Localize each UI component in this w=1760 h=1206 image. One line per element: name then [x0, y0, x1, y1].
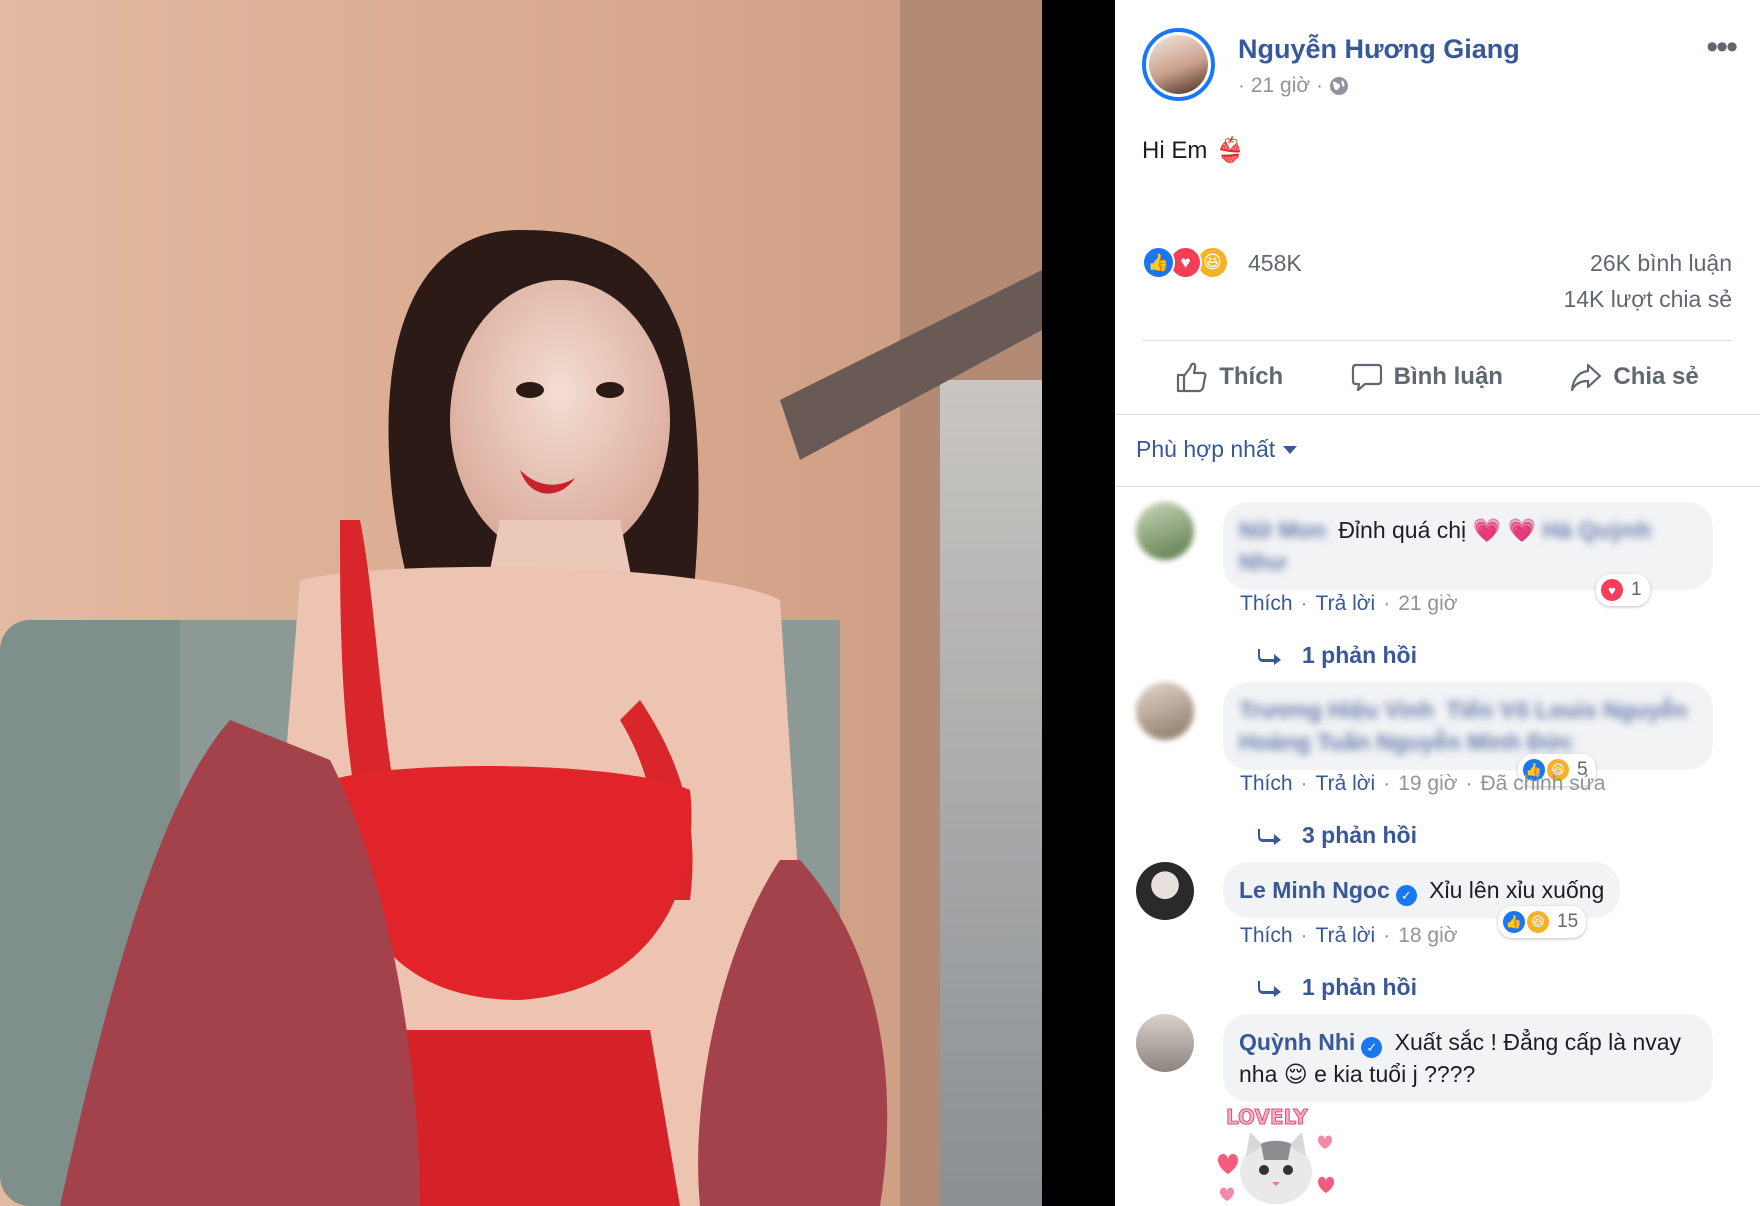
love-reaction-icon: ♥ [1599, 577, 1625, 603]
post-photo[interactable] [0, 0, 1042, 1206]
like-button[interactable]: Thích [1175, 360, 1283, 394]
verified-badge-icon: ✓ [1361, 1037, 1383, 1058]
like-reaction-icon: 👍 [1142, 246, 1175, 279]
sticker-text: LOVELY [1226, 1105, 1308, 1129]
commenter-avatar[interactable] [1136, 862, 1194, 920]
relieved-emoji-icon: 😌 [1283, 1061, 1308, 1087]
post-stats: 👍 ♥ 😆 458K 26K bình luận 14K lượt chia s… [1142, 246, 1732, 326]
post-panel: Nguyễn Hương Giang · 21 giờ · ••• Hi Em … [1115, 0, 1760, 1206]
caption-text: Hi Em [1142, 136, 1208, 164]
comment-bubble: Quỳnh Nhi ✓ Xuất sắc ! Đẳng cấp là nvay n… [1223, 1014, 1713, 1102]
comment-text-end: e kia tuổi j ???? [1314, 1061, 1476, 1087]
separator: · [1300, 592, 1308, 615]
comment-reactions[interactable]: ♥ 1 [1596, 574, 1650, 606]
comment-time[interactable]: 19 giờ [1398, 772, 1457, 796]
author-avatar[interactable] [1142, 28, 1215, 101]
action-bar: Thích Bình luận Chia sẻ [1142, 352, 1732, 402]
verified-badge-icon: ✓ [1395, 885, 1417, 906]
share-button-label: Chia sẻ [1613, 363, 1699, 390]
view-replies-link[interactable]: 3 phản hồi [1258, 822, 1417, 849]
caret-down-icon [1283, 445, 1298, 454]
comment-reply-link[interactable]: Trả lời [1316, 592, 1376, 616]
share-icon [1571, 363, 1602, 392]
comment-like-link[interactable]: Thích [1240, 592, 1293, 616]
comment-reaction-count: 15 [1557, 911, 1579, 932]
more-options-icon[interactable]: ••• [1706, 30, 1738, 64]
divider [1115, 414, 1760, 415]
comment-button[interactable]: Bình luận [1350, 360, 1503, 394]
commenter-name[interactable]: Nữ Mon [1239, 517, 1326, 543]
commenter-avatar[interactable] [1136, 1014, 1194, 1072]
comment-bubble: Trương Hiệu Vinh Tiến Võ Louis Nguyễn Ho… [1223, 682, 1713, 770]
commenter-name[interactable]: Le Minh Ngoc [1239, 877, 1390, 903]
like-reaction-icon: 👍 [1501, 909, 1527, 935]
comment-time[interactable]: 21 giờ [1398, 592, 1457, 616]
globe-icon[interactable] [1329, 76, 1349, 96]
comments-count[interactable]: 26K bình luận [1590, 250, 1732, 277]
post-time[interactable]: · 21 giờ · [1238, 74, 1323, 98]
comment-reactions[interactable]: 👍 😆 15 [1498, 906, 1587, 938]
separator: · [1383, 924, 1391, 947]
commenter-name[interactable]: Trương Hiệu Vinh [1239, 697, 1434, 723]
avatar-image [1149, 35, 1208, 94]
comment-footer: Thích · Trả lời · 19 giờ · Đã chỉnh sửa [1240, 772, 1605, 796]
post-caption: Hi Em 👙 [1142, 136, 1245, 165]
comment-reply-link[interactable]: Trả lời [1316, 924, 1376, 948]
separator: · [1383, 772, 1391, 795]
comment-edited[interactable]: Đã chỉnh sửa [1481, 772, 1606, 796]
reply-arrow-icon [1258, 828, 1281, 845]
shares-count[interactable]: 14K lượt chia sẻ [1563, 286, 1732, 313]
comment-text: Xỉu lên xỉu xuống [1429, 877, 1605, 903]
haha-reaction-icon: 😆 [1525, 909, 1551, 935]
comment-like-link[interactable]: Thích [1240, 924, 1293, 948]
comment-button-label: Bình luận [1393, 363, 1503, 390]
bikini-emoji-icon: 👙 [1215, 137, 1246, 164]
reply-arrow-icon [1258, 648, 1281, 665]
divider [1115, 486, 1760, 487]
commenter-name[interactable]: Quỳnh Nhi [1239, 1029, 1355, 1055]
replies-count: 1 phản hồi [1302, 974, 1417, 1000]
comment-sort-dropdown[interactable]: Phù hợp nhất [1136, 436, 1298, 463]
lovely-cat-sticker[interactable]: LOVELY [1206, 1100, 1346, 1206]
comment-reply-link[interactable]: Trả lời [1316, 772, 1376, 796]
commenter-avatar[interactable] [1136, 682, 1194, 740]
divider [1142, 340, 1732, 341]
comment-reaction-count: 1 [1631, 579, 1642, 600]
reply-arrow-icon [1258, 980, 1281, 997]
separator: · [1300, 772, 1308, 795]
replies-count: 1 phản hồi [1302, 642, 1417, 668]
share-button[interactable]: Chia sẻ [1569, 360, 1699, 394]
author-name[interactable]: Nguyễn Hương Giang [1238, 34, 1520, 65]
like-button-label: Thích [1219, 363, 1284, 390]
comment-icon [1351, 363, 1382, 392]
comment-footer: Thích · Trả lời · 18 giờ [1240, 924, 1458, 948]
comment-text: Đỉnh quá chị [1338, 517, 1467, 543]
post-meta: · 21 giờ · [1238, 74, 1349, 98]
thumbs-up-icon [1177, 362, 1207, 393]
comment-text: Xuất sắc ! Đẳng cấp là nvay [1394, 1029, 1682, 1055]
comment-footer: Thích · Trả lời · 21 giờ [1240, 592, 1458, 616]
comment-text-continued: nha [1239, 1061, 1278, 1087]
heart-emoji-icon: 💗 💗 [1472, 517, 1537, 543]
sort-label: Phù hợp nhất [1136, 436, 1276, 462]
view-replies-link[interactable]: 1 phản hồi [1258, 974, 1417, 1001]
commenter-avatar[interactable] [1136, 502, 1194, 560]
separator: · [1300, 924, 1308, 947]
comment-like-link[interactable]: Thích [1240, 772, 1293, 796]
replies-count: 3 phản hồi [1302, 822, 1417, 848]
separator: · [1383, 592, 1391, 615]
view-replies-link[interactable]: 1 phản hồi [1258, 642, 1417, 669]
reaction-icons[interactable]: 👍 ♥ 😆 [1142, 246, 1229, 279]
viewer: Nguyễn Hương Giang · 21 giờ · ••• Hi Em … [0, 0, 1760, 1206]
post-header: Nguyễn Hương Giang · 21 giờ · ••• [1142, 28, 1740, 108]
photo-illustration [0, 0, 1042, 1206]
separator: · [1465, 772, 1473, 795]
comment-time[interactable]: 18 giờ [1398, 924, 1457, 948]
reactions-count[interactable]: 458K [1248, 250, 1302, 277]
